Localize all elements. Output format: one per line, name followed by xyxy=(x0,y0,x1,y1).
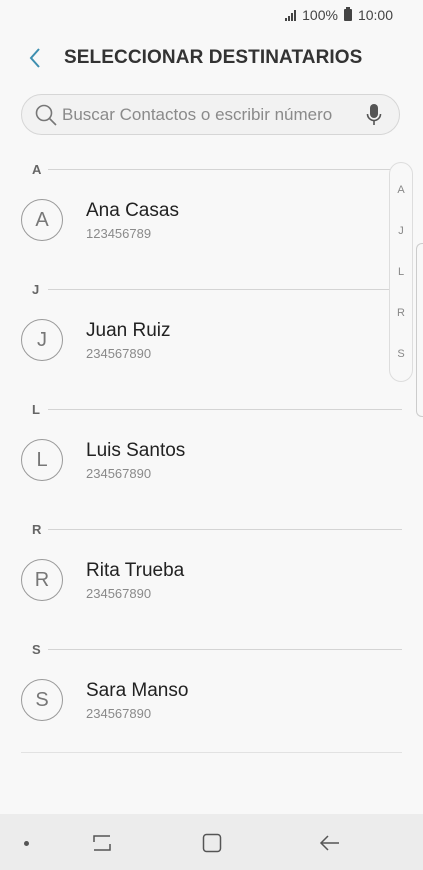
section-letter: A xyxy=(32,161,42,177)
battery-icon xyxy=(343,7,352,21)
back-nav-button[interactable] xyxy=(314,828,346,858)
search-input[interactable] xyxy=(62,104,357,125)
search-bar[interactable] xyxy=(21,94,400,135)
page-title: SELECCIONAR DESTINATARIOS xyxy=(64,47,363,68)
section-header-l: L xyxy=(32,399,402,419)
divider xyxy=(48,168,402,170)
index-letter-j[interactable]: J xyxy=(398,225,404,237)
contact-phone: 234567890 xyxy=(86,345,152,361)
contact-item[interactable]: A Ana Casas 123456789 xyxy=(21,190,383,250)
contact-item[interactable]: J Juan Ruiz 234567890 xyxy=(21,310,383,370)
section-letter: R xyxy=(32,521,42,537)
avatar: R xyxy=(21,559,63,601)
contact-name: Rita Trueba xyxy=(86,559,185,581)
contact-phone: 234567890 xyxy=(86,705,152,721)
section-header-a: A xyxy=(32,159,402,179)
clock: 10:00 xyxy=(357,7,393,23)
search-icon xyxy=(35,104,57,126)
section-letter: L xyxy=(32,401,40,417)
arrow-left-icon xyxy=(319,835,339,851)
divider xyxy=(48,648,402,650)
recent-apps-button[interactable] xyxy=(86,828,118,858)
contact-name: Ana Casas xyxy=(86,199,179,221)
contact-item[interactable]: L Luis Santos 234567890 xyxy=(21,430,383,490)
scrollbar-handle[interactable] xyxy=(416,243,423,417)
navigation-bar xyxy=(0,814,423,870)
status-bar: 100% 10:00 xyxy=(0,0,423,30)
avatar: S xyxy=(21,679,63,721)
alphabet-index[interactable]: A J L R S xyxy=(389,162,413,382)
dot-icon[interactable] xyxy=(24,841,29,846)
index-letter-l[interactable]: L xyxy=(398,266,404,278)
avatar: A xyxy=(21,199,63,241)
divider xyxy=(48,528,402,530)
contact-item[interactable]: R Rita Trueba 234567890 xyxy=(21,550,383,610)
battery-percent: 100% xyxy=(302,7,338,23)
avatar: J xyxy=(21,319,63,361)
contact-phone: 123456789 xyxy=(86,225,152,241)
contact-name: Luis Santos xyxy=(86,439,186,461)
microphone-icon[interactable] xyxy=(357,98,391,132)
contact-name: Juan Ruiz xyxy=(86,319,171,341)
contact-phone: 234567890 xyxy=(86,585,152,601)
list-end-divider xyxy=(21,752,402,753)
home-button[interactable] xyxy=(196,828,228,858)
contact-item[interactable]: S Sara Manso 234567890 xyxy=(21,670,383,730)
avatar: L xyxy=(21,439,63,481)
recent-apps-icon xyxy=(93,835,111,851)
index-letter-a[interactable]: A xyxy=(397,184,404,196)
contact-phone: 234567890 xyxy=(86,465,152,481)
back-button[interactable] xyxy=(20,43,50,73)
divider xyxy=(48,288,402,290)
index-letter-s[interactable]: S xyxy=(397,348,404,360)
signal-icon xyxy=(285,9,297,21)
divider xyxy=(48,408,402,410)
chevron-left-icon xyxy=(29,48,40,68)
section-header-j: J xyxy=(32,279,402,299)
home-icon xyxy=(202,833,222,853)
header: SELECCIONAR DESTINATARIOS xyxy=(0,40,423,76)
section-letter: J xyxy=(32,281,40,297)
section-header-s: S xyxy=(32,639,402,659)
section-header-r: R xyxy=(32,519,402,539)
section-letter: S xyxy=(32,641,41,657)
contact-name: Sara Manso xyxy=(86,679,189,701)
index-letter-r[interactable]: R xyxy=(397,307,405,319)
